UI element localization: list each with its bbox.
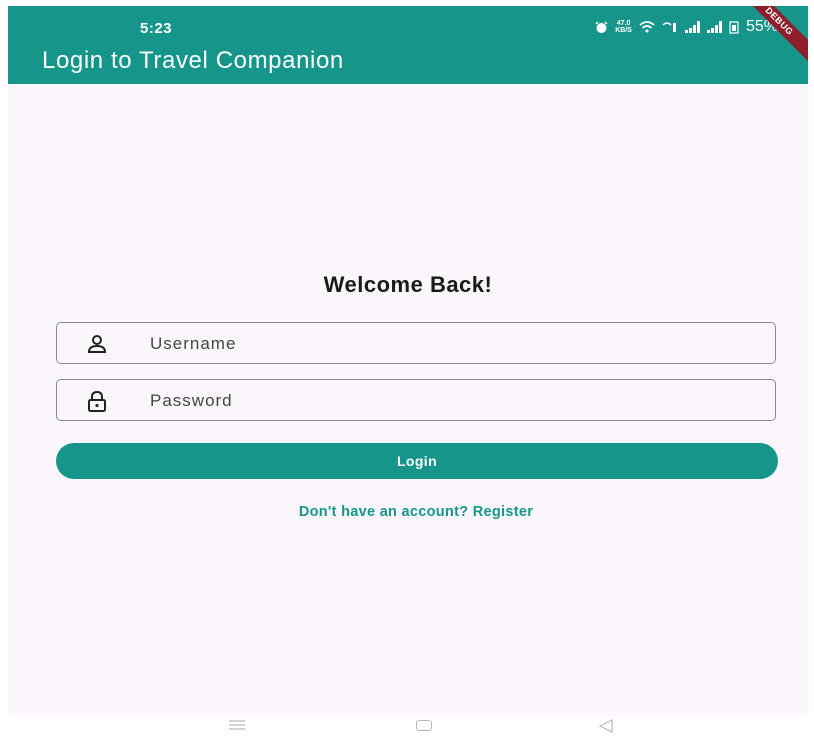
- login-button[interactable]: Login: [56, 443, 778, 479]
- username-placeholder: Username: [150, 334, 237, 353]
- signal-icon-1: [684, 21, 700, 33]
- system-nav-bar: [8, 716, 808, 736]
- signal-icon-2: [706, 21, 722, 33]
- network-speed: 47.0 KB/S: [615, 20, 632, 34]
- lock-icon: [88, 390, 106, 412]
- app-bar-title: Login to Travel Companion: [42, 47, 344, 74]
- menu-icon[interactable]: [228, 720, 246, 730]
- alarm-icon: [595, 20, 608, 33]
- wifi-icon: [639, 21, 655, 33]
- welcome-heading: Welcome Back!: [323, 272, 493, 297]
- phone-screen: 5:23 47.0 KB/S 55% DEBUG Login to Travel…: [8, 6, 808, 736]
- status-time: 5:23: [140, 20, 173, 37]
- person-icon: [87, 335, 107, 353]
- username-field[interactable]: Username: [56, 322, 776, 364]
- network-speed-unit: KB/S: [615, 27, 632, 34]
- network-speed-value: 47.0: [616, 20, 631, 27]
- volte-icon: [662, 22, 676, 32]
- register-link[interactable]: Don't have an account? Register: [8, 504, 808, 520]
- password-field[interactable]: Password: [56, 379, 776, 421]
- back-triangle-icon[interactable]: [598, 719, 614, 733]
- app-bar: 5:23 47.0 KB/S 55% DEBUG Login to Travel…: [8, 6, 808, 84]
- home-square-icon[interactable]: [416, 720, 432, 731]
- password-placeholder: Password: [150, 391, 233, 410]
- battery-icon: [729, 20, 739, 34]
- status-icons: 47.0 KB/S 55%: [595, 18, 778, 36]
